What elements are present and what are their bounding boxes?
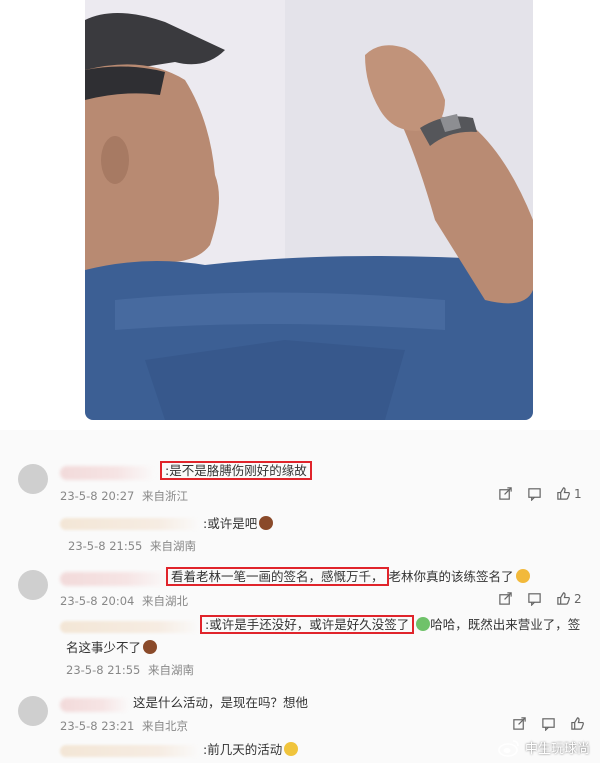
- share-button[interactable]: [498, 591, 513, 606]
- photo-illustration: [85, 0, 533, 420]
- like-icon: [557, 592, 570, 605]
- like-icon: [557, 487, 570, 500]
- reply-username-blurred[interactable]: [60, 745, 200, 757]
- comment-icon: [528, 593, 541, 606]
- person-emoji: [416, 617, 431, 631]
- watermark-text: 中生玩球尚: [524, 742, 590, 757]
- comment-text: :是不是胳膊伤刚好的缘故: [160, 461, 312, 480]
- reply-button[interactable]: [527, 486, 542, 501]
- comment-meta: 23-5-8 23:21 来自北京: [60, 718, 192, 734]
- reply-location: 来自湖南: [148, 663, 195, 677]
- avatar[interactable]: [18, 696, 48, 726]
- share-icon: [499, 592, 512, 605]
- comment-text: 这是什么活动，是现在吗？想他: [133, 695, 309, 710]
- reply-date: 23-5-8 21:55: [66, 663, 141, 677]
- comment-icon: [528, 488, 541, 501]
- comment-location: 来自湖北: [142, 594, 189, 608]
- highlighted-text: 看着老林一笔一画的签名，感慨万千，: [166, 567, 389, 586]
- comment-meta: 23-5-8 20:04 来自湖北: [60, 593, 192, 609]
- like-count: 2: [574, 591, 582, 606]
- post-photo[interactable]: [85, 0, 533, 420]
- share-button[interactable]: [498, 486, 513, 501]
- reply-username-blurred[interactable]: [60, 621, 200, 633]
- comment-actions: [512, 716, 585, 731]
- highlighted-text: :是不是胳膊伤刚好的缘故: [160, 461, 312, 480]
- reply-username-blurred[interactable]: [60, 518, 200, 530]
- comment-location: 来自北京: [142, 719, 189, 733]
- reply-button[interactable]: [541, 716, 556, 731]
- comment-date: 23-5-8 23:21: [60, 719, 135, 733]
- comment-text: 看着老林一笔一画的签名，感慨万千， 老林你真的该练签名了: [166, 567, 530, 586]
- reply-text: :或许是吧: [203, 516, 274, 532]
- reply-text: :或许是手还没好，或许是好久没签了 哈哈，既然出来营业了，签: [200, 615, 580, 634]
- share-icon: [513, 717, 526, 730]
- comment-icon: [542, 718, 555, 731]
- comment-actions: 1: [498, 486, 582, 501]
- reply-button[interactable]: [527, 591, 542, 606]
- reply-meta: 23-5-8 21:55 来自湖南: [68, 538, 200, 554]
- comment-date: 23-5-8 20:27: [60, 489, 135, 503]
- comment-date: 23-5-8 20:04: [60, 594, 135, 608]
- comment-meta: 23-5-8 20:27 来自浙江: [60, 488, 192, 504]
- username-blurred[interactable]: [60, 698, 130, 712]
- username-blurred[interactable]: [60, 572, 170, 586]
- person-emoji: [143, 640, 158, 654]
- weibo-logo-icon: [498, 739, 519, 757]
- avatar[interactable]: [18, 570, 48, 600]
- share-icon: [499, 487, 512, 500]
- reply-location: 来自湖南: [150, 539, 197, 553]
- reply-text-continued: 名这事少不了: [66, 640, 158, 656]
- like-button[interactable]: 1: [556, 486, 582, 501]
- crying-face-emoji: [284, 742, 299, 756]
- face-emoji: [515, 569, 530, 583]
- person-emoji: [259, 516, 274, 530]
- reply-date: 23-5-8 21:55: [68, 539, 143, 553]
- comment-location: 来自浙江: [142, 489, 189, 503]
- reply-meta: 23-5-8 21:55 来自湖南: [66, 662, 198, 678]
- share-button[interactable]: [512, 716, 527, 731]
- reply-text: :前几天的活动: [203, 742, 299, 758]
- like-count: 1: [574, 486, 582, 501]
- comment-actions: 2: [498, 591, 582, 606]
- username-blurred[interactable]: [60, 466, 155, 480]
- avatar[interactable]: [18, 464, 48, 494]
- like-button[interactable]: [570, 716, 585, 731]
- watermark: 中生玩球尚: [498, 738, 590, 757]
- comments-section: :是不是胳膊伤刚好的缘故 23-5-8 20:27 来自浙江 1 :或许是吧 2…: [0, 430, 600, 763]
- like-button[interactable]: 2: [556, 591, 582, 606]
- highlighted-text: :或许是手还没好，或许是好久没签了: [200, 615, 415, 634]
- like-icon: [571, 717, 584, 730]
